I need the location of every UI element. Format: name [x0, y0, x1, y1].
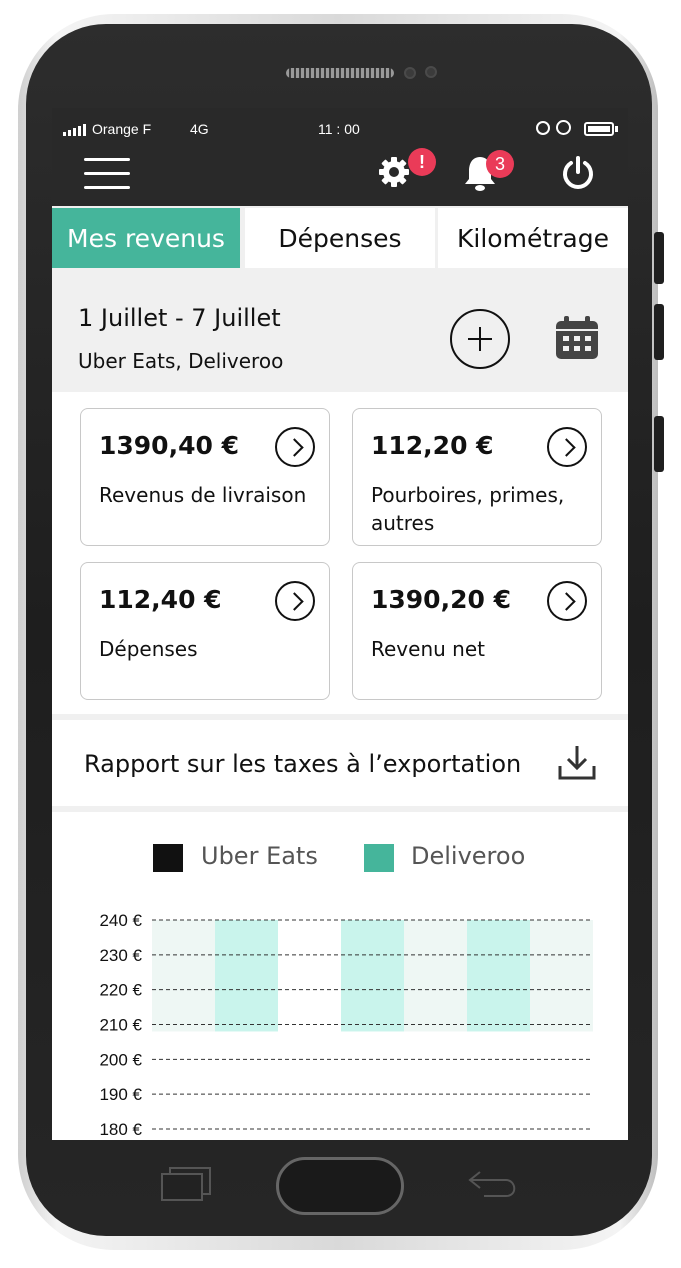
status-time: 11 : 00: [318, 121, 360, 137]
chart-band: [467, 920, 530, 1032]
download-icon[interactable]: [556, 742, 598, 784]
chart-band: [341, 920, 404, 1032]
battery-icon: [584, 122, 614, 136]
chevron-right-icon: [547, 427, 587, 467]
chart-band: [152, 920, 215, 1032]
export-tax-report-row[interactable]: Rapport sur les taxes à l’exportation: [52, 720, 628, 806]
settings-alert-badge: !: [408, 148, 436, 176]
card-pourboires[interactable]: 112,20 € Pourboires, primes, autres: [352, 408, 602, 546]
phone-sensor: [404, 67, 416, 79]
card-label: Dépenses: [99, 637, 198, 661]
chart-band: [404, 920, 467, 1032]
notifications-count-badge: 3: [486, 150, 514, 178]
phone-side-button-bottom: [654, 416, 664, 472]
network-type: 4G: [190, 121, 209, 137]
recent-apps-icon[interactable]: [160, 1166, 212, 1202]
calendar-icon[interactable]: [554, 315, 600, 361]
card-amount: 112,20 €: [371, 431, 494, 460]
phone-screen: Orange F 4G 11 : 00 ! 3 Mes revenus Dépe…: [52, 108, 628, 1140]
chevron-right-icon: [275, 427, 315, 467]
period-title: 1 Juillet - 7 Juillet: [78, 304, 281, 332]
period-header: 1 Juillet - 7 Juillet Uber Eats, Deliver…: [52, 270, 628, 392]
settings-icon[interactable]: [376, 154, 412, 190]
y-tick-label: 190 €: [99, 1085, 142, 1104]
back-icon[interactable]: [466, 1166, 522, 1202]
card-depenses[interactable]: 112,40 € Dépenses: [80, 562, 330, 700]
card-revenus-livraison[interactable]: 1390,40 € Revenus de livraison: [80, 408, 330, 546]
y-tick-label: 200 €: [99, 1050, 142, 1069]
chevron-right-icon: [547, 581, 587, 621]
card-revenu-net[interactable]: 1390,20 € Revenu net: [352, 562, 602, 700]
phone-side-button-mid: [654, 304, 664, 360]
tab-bar: Mes revenus Dépenses Kilométrage: [52, 206, 628, 270]
status-bar: Orange F 4G 11 : 00: [52, 108, 628, 148]
y-tick-label: 220 €: [99, 981, 142, 1000]
y-tick-label: 210 €: [99, 1016, 142, 1035]
menu-icon[interactable]: [84, 154, 132, 190]
y-tick-label: 240 €: [99, 911, 142, 930]
card-label: Revenus de livraison: [99, 483, 307, 507]
chevron-right-icon: [275, 581, 315, 621]
home-button[interactable]: [276, 1157, 404, 1215]
tab-mes-revenus[interactable]: Mes revenus: [52, 208, 240, 268]
platforms-label: Uber Eats, Deliveroo: [78, 349, 284, 373]
card-amount: 1390,40 €: [99, 431, 239, 460]
card-label: Pourboires, primes, autres: [371, 483, 565, 535]
rotation-lock-icon: [536, 121, 550, 135]
chart-band: [530, 920, 593, 1032]
add-button[interactable]: [450, 309, 510, 369]
card-label: Revenu net: [371, 637, 485, 661]
phone-side-button-top: [654, 232, 664, 284]
phone-camera: [425, 66, 437, 78]
app-bar: ! 3: [52, 148, 628, 206]
y-tick-label: 180 €: [99, 1120, 142, 1139]
export-label: Rapport sur les taxes à l’exportation: [84, 750, 522, 778]
power-icon[interactable]: [560, 154, 596, 190]
y-tick-label: 230 €: [99, 946, 142, 965]
card-amount: 112,40 €: [99, 585, 222, 614]
tab-depenses[interactable]: Dépenses: [245, 208, 435, 268]
card-amount: 1390,20 €: [371, 585, 511, 614]
chart-band: [215, 920, 278, 1032]
phone-speaker: [286, 68, 394, 78]
carrier-name: Orange F: [92, 121, 152, 137]
signal-icon: [63, 124, 86, 136]
alarm-icon: [556, 120, 571, 135]
summary-cards: 1390,40 € Revenus de livraison 112,20 € …: [52, 392, 628, 714]
battery-tip: [615, 126, 618, 132]
tab-kilometrage[interactable]: Kilométrage: [438, 208, 628, 268]
revenue-chart: Uber Eats Deliveroo 240 €230 €220 €210 €…: [52, 812, 628, 1140]
chart-plot: 240 € 230 € 220 € 210 € 200 € 190 € 180 €: [99, 911, 593, 1139]
